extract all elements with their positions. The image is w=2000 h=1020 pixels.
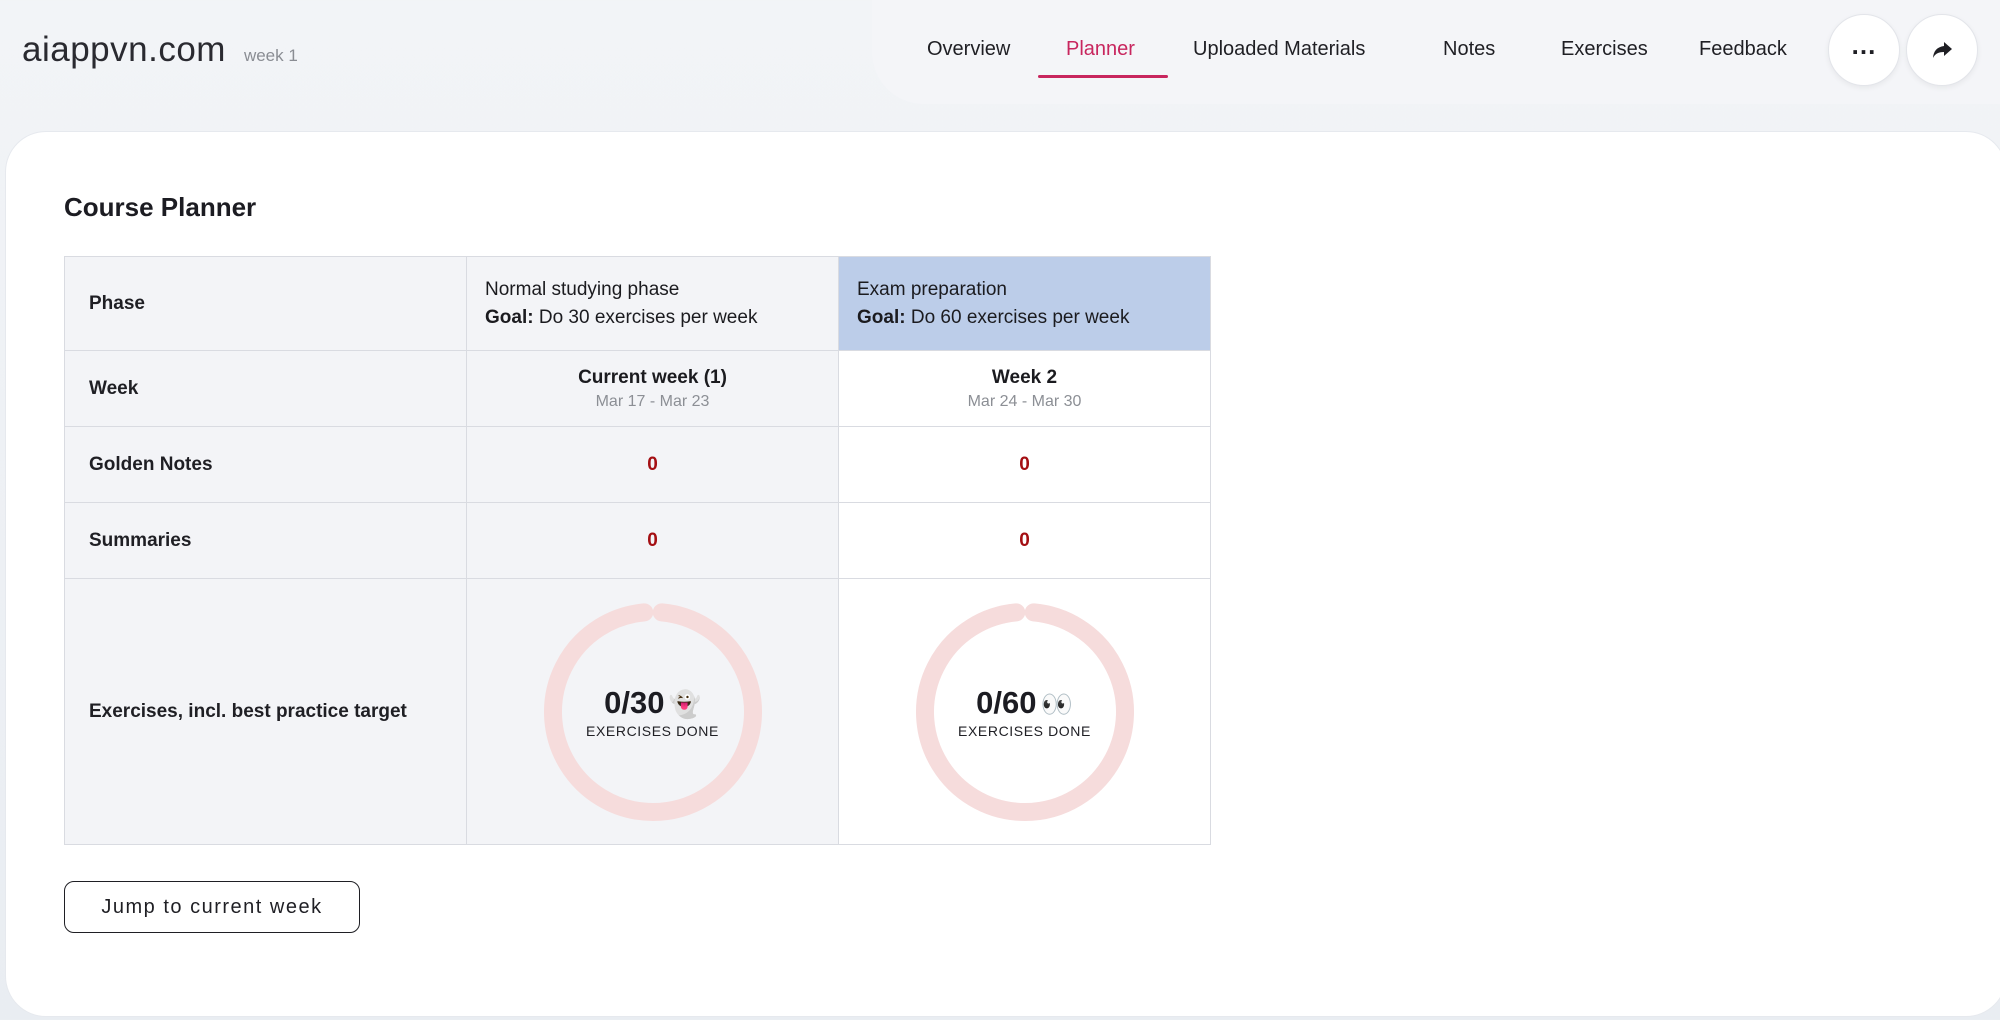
share-button[interactable] [1906, 14, 1978, 86]
summaries-cell-1: 0 [466, 502, 839, 579]
exercises-done-caption: EXERCISES DONE [958, 722, 1091, 739]
more-horizontal-icon: … [1850, 30, 1878, 60]
exercises-cell-1: 0/30 👻 EXERCISES DONE [466, 578, 839, 845]
planner-table: Phase Normal studying phase Goal: Do 30 … [64, 256, 1211, 845]
ghost-emoji-icon: 👻 [668, 688, 701, 719]
row-label-summaries: Summaries [64, 502, 467, 579]
nav-planner[interactable]: Planner [1066, 38, 1135, 61]
row-label-golden-notes: Golden Notes [64, 426, 467, 503]
nav-overview[interactable]: Overview [927, 38, 1010, 61]
phase-cell-week2: Exam preparation Goal: Do 60 exercises p… [838, 256, 1211, 351]
row-label-phase: Phase [64, 256, 467, 351]
exercises-cell-2: 0/60 👀 EXERCISES DONE [838, 578, 1211, 845]
summaries-row: Summaries 0 0 [64, 502, 1211, 579]
week-cell-2[interactable]: Week 2 Mar 24 - Mar 30 [838, 350, 1211, 427]
exercises-row: Exercises, incl. best practice target 0/… [64, 578, 1211, 845]
site-logo-text[interactable]: aiappvn.com [22, 30, 226, 70]
exercises-done-value: 0/30 [604, 684, 665, 720]
jump-to-current-week-button[interactable]: Jump to current week [64, 881, 360, 933]
phase-goal: Goal: Do 60 exercises per week [857, 304, 1192, 332]
eyes-emoji-icon: 👀 [1040, 688, 1073, 719]
goal-label: Goal: [485, 306, 534, 328]
nav-uploaded-materials[interactable]: Uploaded Materials [1193, 38, 1365, 61]
share-arrow-icon [1933, 42, 1952, 58]
goal-text: Do 60 exercises per week [910, 306, 1130, 328]
week-cell-1[interactable]: Current week (1) Mar 17 - Mar 23 [466, 350, 839, 427]
phase-name: Exam preparation [857, 278, 1007, 300]
exercise-progress-ring: 0/30 👻 EXERCISES DONE [542, 601, 764, 823]
week-tag: week 1 [243, 46, 298, 65]
golden-notes-cell-2: 0 [838, 426, 1211, 503]
summaries-cell-2: 0 [838, 502, 1211, 579]
goal-text: Do 30 exercises per week [538, 306, 758, 328]
active-tab-indicator [1038, 75, 1168, 78]
week-dates: Mar 17 - Mar 23 [595, 392, 710, 410]
phase-name: Normal studying phase [485, 278, 680, 300]
golden-notes-row: Golden Notes 0 0 [64, 426, 1211, 503]
phase-row: Phase Normal studying phase Goal: Do 30 … [64, 256, 1211, 351]
golden-notes-cell-1: 0 [466, 426, 839, 503]
phase-cell-week1: Normal studying phase Goal: Do 30 exerci… [466, 256, 839, 351]
summaries-count: 0 [647, 529, 658, 551]
row-label-exercises: Exercises, incl. best practice target [64, 578, 467, 845]
exercises-done-caption: EXERCISES DONE [586, 722, 719, 739]
row-label-week: Week [64, 350, 467, 427]
golden-notes-count: 0 [647, 453, 658, 475]
summaries-count: 0 [1019, 529, 1030, 551]
week-title: Current week (1) [578, 366, 727, 388]
week-dates: Mar 24 - Mar 30 [967, 392, 1082, 410]
nav-notes[interactable]: Notes [1443, 38, 1495, 61]
more-button[interactable]: … [1828, 14, 1900, 86]
phase-goal: Goal: Do 30 exercises per week [485, 304, 820, 332]
week-row: Week Current week (1) Mar 17 - Mar 23 We… [64, 350, 1211, 427]
brand: aiappvn.com week 1 [22, 30, 298, 70]
planner-card: Course Planner Phase Normal studying pha… [6, 132, 2000, 1016]
top-navigation: Overview Planner Uploaded Materials Note… [872, 0, 2000, 104]
golden-notes-count: 0 [1019, 453, 1030, 475]
exercise-progress-ring: 0/60 👀 EXERCISES DONE [914, 601, 1136, 823]
nav-feedback[interactable]: Feedback [1699, 38, 1787, 61]
page-title: Course Planner [64, 192, 257, 222]
goal-label: Goal: [857, 306, 906, 328]
week-title: Week 2 [991, 366, 1058, 388]
nav-exercises[interactable]: Exercises [1561, 38, 1648, 61]
exercises-done-value: 0/60 [976, 684, 1037, 720]
